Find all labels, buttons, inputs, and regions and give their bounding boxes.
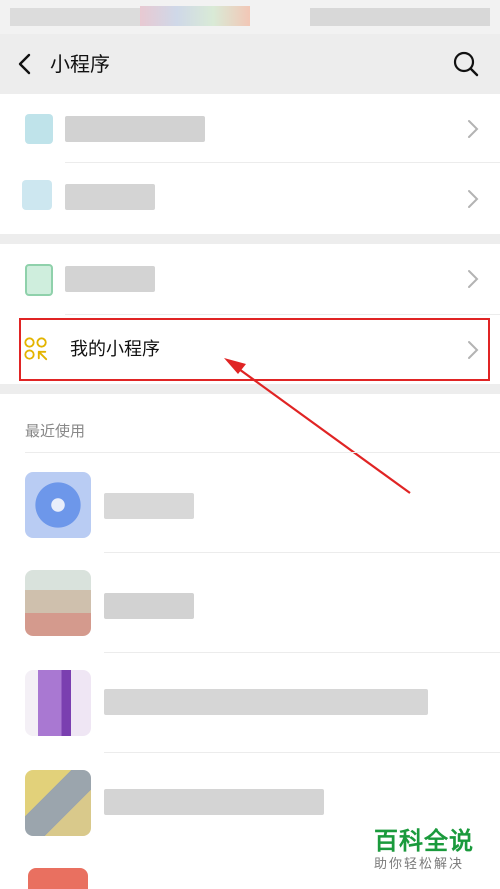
- recent-section-label: 最近使用: [25, 422, 86, 440]
- status-bar-blurred-right: [310, 8, 490, 26]
- blurred-app-icon: [25, 114, 53, 144]
- list-item[interactable]: [0, 94, 500, 164]
- blurred-item-label: [104, 593, 194, 619]
- highlight-box: [19, 318, 490, 381]
- section-separator: [0, 384, 500, 394]
- avatar: [25, 472, 91, 538]
- status-bar-blurred-color-block: [140, 6, 250, 26]
- blurred-item-label: [65, 266, 155, 292]
- blurred-item-label: [65, 116, 205, 142]
- recent-item[interactable]: [0, 457, 500, 557]
- watermark: 百科全说 助你轻松解决: [374, 826, 494, 874]
- search-icon[interactable]: [452, 50, 480, 78]
- avatar: [25, 770, 91, 836]
- divider: [25, 452, 500, 453]
- chevron-right-icon: [468, 270, 479, 288]
- blurred-app-icon: [25, 264, 53, 296]
- recent-item[interactable]: [0, 555, 500, 655]
- watermark-title: 百科全说: [374, 827, 474, 855]
- avatar-partial: [28, 868, 88, 889]
- divider: [65, 162, 500, 163]
- blurred-item-label: [104, 789, 324, 815]
- blurred-item-label: [104, 493, 194, 519]
- chevron-right-icon: [468, 120, 479, 138]
- status-bar-blurred-left: [10, 8, 140, 26]
- page-title: 小程序: [50, 52, 110, 76]
- nav-bar: 小程序: [0, 34, 500, 94]
- blurred-item-label: [104, 689, 428, 715]
- status-bar: [0, 0, 500, 34]
- divider: [104, 752, 500, 753]
- divider: [104, 552, 500, 553]
- section-top: [0, 94, 500, 234]
- divider: [104, 652, 500, 653]
- recent-item[interactable]: [0, 655, 500, 755]
- avatar: [25, 570, 91, 636]
- blurred-item-label: [65, 184, 155, 210]
- section-separator: [0, 234, 500, 244]
- avatar: [25, 670, 91, 736]
- watermark-subtitle: 助你轻松解决: [374, 857, 465, 872]
- blurred-app-icon: [22, 180, 52, 210]
- list-item[interactable]: [0, 244, 500, 314]
- chevron-right-icon: [468, 190, 479, 208]
- list-item[interactable]: [0, 164, 500, 234]
- back-arrow-icon[interactable]: [14, 50, 38, 78]
